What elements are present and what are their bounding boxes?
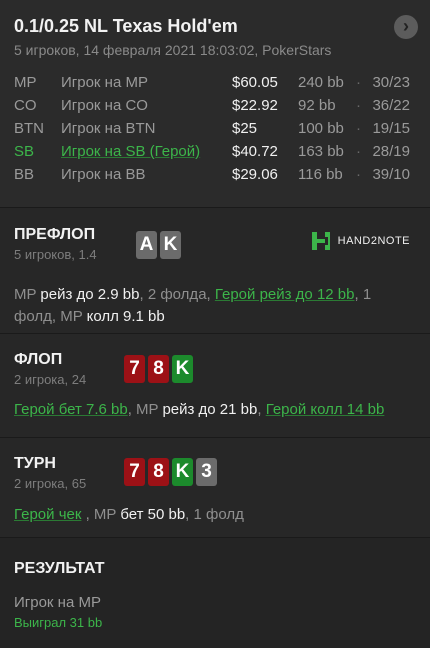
game-subtitle: 5 игроков, 14 февраля 2021 18:03:02, Pok… xyxy=(14,42,332,58)
board-cards: 7 8 K 3 xyxy=(124,458,217,486)
player-name: Игрок на SB (Герой) xyxy=(61,143,201,160)
player-position: BB xyxy=(14,166,35,183)
player-stack-bb: 116 bb xyxy=(298,166,343,183)
street-title: ПРЕФЛОП xyxy=(14,226,96,243)
street-title: ФЛОП xyxy=(14,351,63,368)
hero-action[interactable]: Герой бет 7.6 bb xyxy=(14,401,128,418)
hero-action[interactable]: Герой чек xyxy=(14,506,81,523)
turn-actions: Герой чек , MP бет 50 bb, 1 фолд xyxy=(14,504,416,526)
player-stats: 28/19 xyxy=(372,143,410,160)
player-name: Игрок на BB xyxy=(61,166,146,183)
street-subtitle: 2 игрока, 24 xyxy=(14,372,87,387)
player-stats: 39/10 xyxy=(372,166,410,183)
separator-dot: · xyxy=(356,74,361,91)
game-title: 0.1/0.25 NL Texas Hold'em xyxy=(14,16,238,36)
action-text: , 2 фолда, xyxy=(139,286,215,303)
chevron-right-icon[interactable]: › xyxy=(394,15,418,39)
player-row-sb-hero[interactable]: SB Игрок на SB (Герой) $40.72 163 bb · 2… xyxy=(0,143,430,166)
player-stack: $40.72 xyxy=(232,143,278,160)
player-stats: 36/22 xyxy=(372,97,410,114)
player-stats: 19/15 xyxy=(372,120,410,137)
player-position: SB xyxy=(14,143,35,160)
player-position: CO xyxy=(14,97,37,114)
hand2note-logo: HAND2NOTE xyxy=(310,230,410,252)
card: K xyxy=(172,355,193,383)
preflop-actions: MP рейз до 2.9 bb, 2 фолда, Герой рейз д… xyxy=(14,284,416,328)
card: A xyxy=(136,231,157,259)
card: K xyxy=(172,458,193,486)
card: 7 xyxy=(124,355,145,383)
separator-dot: · xyxy=(356,97,361,114)
player-stack-bb: 92 bb xyxy=(298,97,336,114)
logo-text: HAND2NOTE xyxy=(337,235,410,247)
player-row-btn[interactable]: BTN Игрок на BTN $25 100 bb · 19/15 xyxy=(0,120,430,143)
action-text: рейз до 21 bb xyxy=(162,401,258,418)
street-subtitle: 5 игроков, 1.4 xyxy=(14,247,97,262)
player-stack-bb: 100 bb xyxy=(298,120,344,137)
street-title: ТУРН xyxy=(14,455,56,472)
board-cards: 7 8 K xyxy=(124,355,193,383)
street-subtitle: 2 игрока, 65 xyxy=(14,476,87,491)
separator-dot: · xyxy=(356,143,361,160)
flop-section: ФЛОП 2 игрока, 24 7 8 K Герой бет 7.6 bb… xyxy=(0,334,430,438)
separator-dot: · xyxy=(356,166,361,183)
hand-header: 0.1/0.25 NL Texas Hold'em 5 игроков, 14 … xyxy=(0,0,430,208)
card: 8 xyxy=(148,458,169,486)
hero-action[interactable]: Герой рейз до 12 bb xyxy=(215,286,355,303)
action-text: колл 9.1 bb xyxy=(86,308,165,325)
hero-action[interactable]: Герой колл 14 bb xyxy=(266,401,385,418)
card: 3 xyxy=(196,458,217,486)
card: 7 xyxy=(124,458,145,486)
winner-amount: Выиграл 31 bb xyxy=(14,615,103,630)
player-name: Игрок на BTN xyxy=(61,120,156,137)
player-stack-bb: 240 bb xyxy=(298,74,344,91)
player-stack: $22.92 xyxy=(232,97,278,114)
player-stack: $25 xyxy=(232,120,258,137)
player-position: MP xyxy=(14,74,37,91)
player-row-mp[interactable]: MP Игрок на MP $60.05 240 bb · 30/23 xyxy=(0,74,430,97)
card: K xyxy=(160,231,181,259)
player-row-bb[interactable]: BB Игрок на BB $29.06 116 bb · 39/10 xyxy=(0,166,430,189)
action-text: , MP xyxy=(81,506,121,523)
hand2note-icon xyxy=(311,232,330,250)
players-table: MP Игрок на MP $60.05 240 bb · 30/23 CO … xyxy=(0,74,430,189)
hero-hole-cards: A K xyxy=(136,231,181,259)
player-stack: $60.05 xyxy=(232,74,278,91)
action-text: , MP xyxy=(127,401,163,418)
action-text: бет 50 bb xyxy=(120,506,186,523)
action-text: , 1 фолд xyxy=(185,506,244,523)
winner-name: Игрок на MP xyxy=(14,594,101,611)
separator-dot: · xyxy=(356,120,361,137)
action-text: , xyxy=(257,401,266,418)
player-stack-bb: 163 bb xyxy=(298,143,344,160)
player-name: Игрок на MP xyxy=(61,74,148,91)
preflop-section: ПРЕФЛОП 5 игроков, 1.4 A K HAND2NOTE MP … xyxy=(0,208,430,334)
turn-section: ТУРН 2 игрока, 65 7 8 K 3 Герой чек , MP… xyxy=(0,438,430,538)
action-text: рейз до 2.9 bb xyxy=(40,286,140,303)
player-position: BTN xyxy=(14,120,44,137)
player-name: Игрок на CO xyxy=(61,97,148,114)
action-text: MP xyxy=(14,286,37,303)
player-stack: $29.06 xyxy=(232,166,278,183)
result-title: РЕЗУЛЬТАТ xyxy=(14,560,105,577)
flop-actions: Герой бет 7.6 bb, MP рейз до 21 bb, Геро… xyxy=(14,399,416,421)
player-stats: 30/23 xyxy=(372,74,410,91)
result-section: РЕЗУЛЬТАТ Игрок на MP Выиграл 31 bb xyxy=(0,538,430,648)
card: 8 xyxy=(148,355,169,383)
player-row-co[interactable]: CO Игрок на CO $22.92 92 bb · 36/22 xyxy=(0,97,430,120)
